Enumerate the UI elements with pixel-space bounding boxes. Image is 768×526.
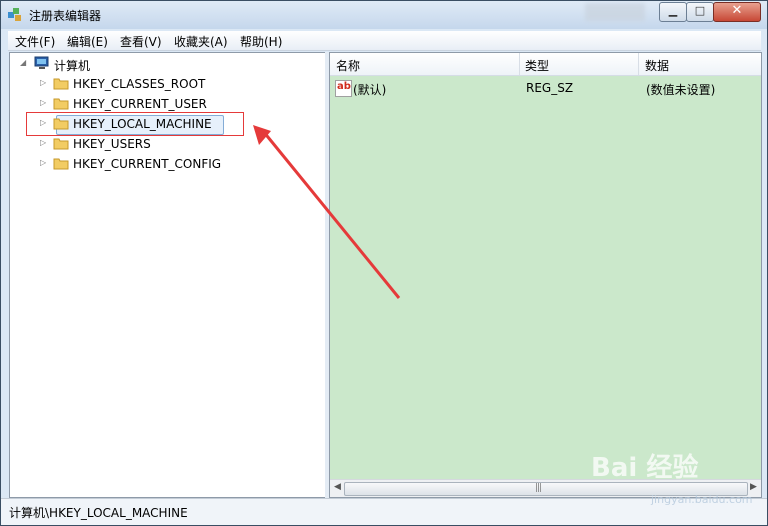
tree-item-hku[interactable]: ▷ HKEY_USERS: [10, 135, 320, 153]
scroll-left-icon[interactable]: ◀: [334, 482, 341, 492]
menu-file[interactable]: 文件(F): [15, 33, 55, 50]
string-value-icon: ab: [335, 80, 352, 97]
expand-icon[interactable]: ▷: [40, 158, 46, 167]
tree-root-label: 计算机: [54, 59, 91, 73]
menu-help[interactable]: 帮助(H): [240, 33, 282, 50]
folder-icon: [53, 138, 69, 150]
collapse-icon[interactable]: ◢: [20, 58, 26, 67]
folder-icon: [53, 78, 69, 90]
computer-icon: [34, 56, 49, 69]
tree-item-hklm[interactable]: ▷ HKEY_LOCAL_MACHINE: [10, 115, 320, 133]
status-path: 计算机\HKEY_LOCAL_MACHINE: [9, 506, 188, 520]
scroll-right-icon[interactable]: ▶: [750, 482, 757, 492]
maximize-button[interactable]: □: [686, 2, 714, 22]
regedit-icon: [8, 8, 21, 21]
expand-icon[interactable]: ▷: [40, 98, 46, 107]
column-divider[interactable]: [638, 53, 639, 75]
maximize-icon: □: [694, 4, 706, 17]
column-type[interactable]: 类型: [525, 57, 549, 74]
baidu-watermark-url: jingyan.baidu.com: [651, 493, 753, 506]
value-data: (数值未设置): [646, 83, 716, 97]
tree-item-hkcr[interactable]: ▷ HKEY_CLASSES_ROOT: [10, 75, 320, 93]
values-list: 名称 类型 数据 ab (默认) REG_SZ (数值未设置) ◀ ||| ▶: [329, 52, 762, 498]
regedit-window: 注册表编辑器 ▁ □ ✕ 文件(F) 编辑(E) 查看(V) 收藏夹(A) 帮助…: [0, 0, 768, 526]
menu-edit[interactable]: 编辑(E): [67, 33, 108, 50]
expand-icon[interactable]: ▷: [40, 78, 46, 87]
value-name[interactable]: (默认): [353, 81, 386, 98]
folder-icon: [53, 158, 69, 170]
column-divider[interactable]: [519, 53, 520, 75]
minimize-button[interactable]: ▁: [659, 2, 687, 22]
folder-icon: [53, 118, 69, 130]
expand-icon[interactable]: ▷: [40, 118, 46, 127]
close-icon: ✕: [731, 3, 743, 18]
menu-favorites[interactable]: 收藏夹(A): [174, 33, 228, 50]
folder-icon: [53, 98, 69, 110]
tree-root[interactable]: ◢ 计算机: [10, 55, 320, 73]
menu-bar: 文件(F) 编辑(E) 查看(V) 收藏夹(A) 帮助(H): [8, 31, 761, 51]
value-type: REG_SZ: [526, 81, 574, 95]
close-button[interactable]: ✕: [713, 2, 761, 22]
registry-tree: ◢ 计算机 ▷ HKEY_CLASSES_ROOT ▷ HKEY_CURRENT…: [9, 52, 326, 498]
grip-icon: |||: [535, 483, 542, 493]
list-header: 名称 类型 数据: [330, 53, 761, 76]
tree-item-label: HKEY_CURRENT_CONFIG: [73, 157, 222, 171]
baidu-watermark: Bai 经验: [591, 453, 699, 483]
tree-item-hkcc[interactable]: ▷ HKEY_CURRENT_CONFIG: [10, 155, 320, 173]
tree-item-label: HKEY_CURRENT_USER: [73, 97, 207, 111]
expand-icon[interactable]: ▷: [40, 138, 46, 147]
tree-item-label: HKEY_USERS: [73, 137, 151, 151]
minimize-icon: ▁: [668, 4, 678, 17]
tree-item-label: HKEY_CLASSES_ROOT: [73, 77, 206, 91]
column-data[interactable]: 数据: [645, 57, 669, 74]
blurred-area: [585, 3, 645, 21]
column-name[interactable]: 名称: [336, 57, 360, 74]
tree-item-hkcu[interactable]: ▷ HKEY_CURRENT_USER: [10, 95, 320, 113]
title-bar[interactable]: 注册表编辑器 ▁ □ ✕: [1, 1, 767, 29]
window-title: 注册表编辑器: [29, 9, 102, 23]
menu-view[interactable]: 查看(V): [120, 33, 162, 50]
tree-item-label: HKEY_LOCAL_MACHINE: [73, 117, 212, 131]
